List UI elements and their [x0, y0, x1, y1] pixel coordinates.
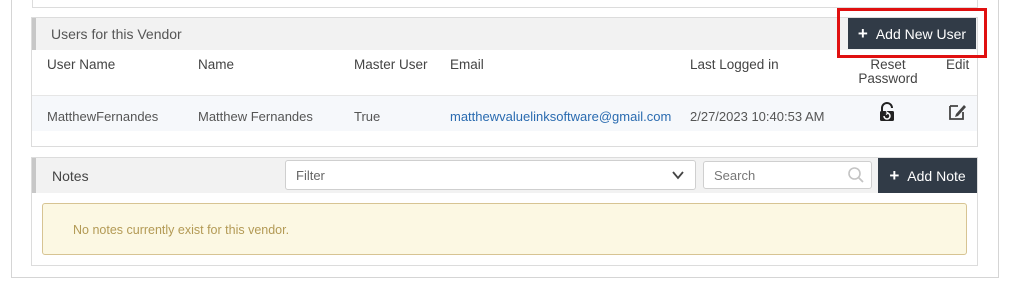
column-header-email[interactable]: Email [450, 57, 484, 72]
no-notes-alert: No notes currently exist for this vendor… [42, 203, 967, 255]
column-header-reset-password: Reset Password [852, 58, 924, 86]
column-header-edit: Edit [946, 57, 970, 72]
cell-master-user: True [354, 109, 381, 124]
notes-filter-select[interactable]: Filter [285, 160, 696, 190]
no-notes-message: No notes currently exist for this vendor… [73, 223, 290, 237]
cell-user-name: MatthewFernandes [47, 109, 159, 124]
reset-password-line2: Password [858, 71, 918, 86]
cell-name: Matthew Fernandes [198, 109, 313, 124]
chevron-down-icon [672, 171, 684, 180]
cell-last-logged-in: 2/27/2023 10:40:53 AM [690, 109, 825, 124]
plus-icon: + [857, 24, 868, 43]
users-panel-header: Users for this Vendor [32, 18, 977, 50]
add-new-user-label: Add New User [875, 25, 967, 42]
reset-password-line1: Reset [870, 57, 906, 72]
column-header-user-name[interactable]: User Name [47, 57, 115, 72]
search-icon [848, 167, 864, 183]
column-header-master-user[interactable]: Master User [354, 57, 428, 72]
cell-email-link[interactable]: matthewvaluelinksoftware@gmail.com [450, 109, 671, 124]
previous-section-edge [32, 0, 978, 8]
users-panel-title: Users for this Vendor [51, 26, 182, 42]
add-note-label: Add Note [907, 167, 966, 184]
plus-icon: + [889, 166, 900, 185]
column-header-last-logged-in[interactable]: Last Logged in [690, 57, 779, 72]
add-new-user-button[interactable]: + Add New User [848, 18, 976, 49]
search-placeholder: Search [714, 168, 756, 183]
notes-panel-title: Notes [52, 168, 89, 184]
reset-password-lock-icon[interactable] [878, 102, 896, 122]
column-header-name[interactable]: Name [198, 57, 234, 72]
notes-search-input[interactable]: Search [703, 161, 872, 189]
edit-icon[interactable] [948, 103, 968, 121]
add-note-button[interactable]: + Add Note [878, 158, 977, 193]
filter-placeholder: Filter [296, 168, 325, 183]
